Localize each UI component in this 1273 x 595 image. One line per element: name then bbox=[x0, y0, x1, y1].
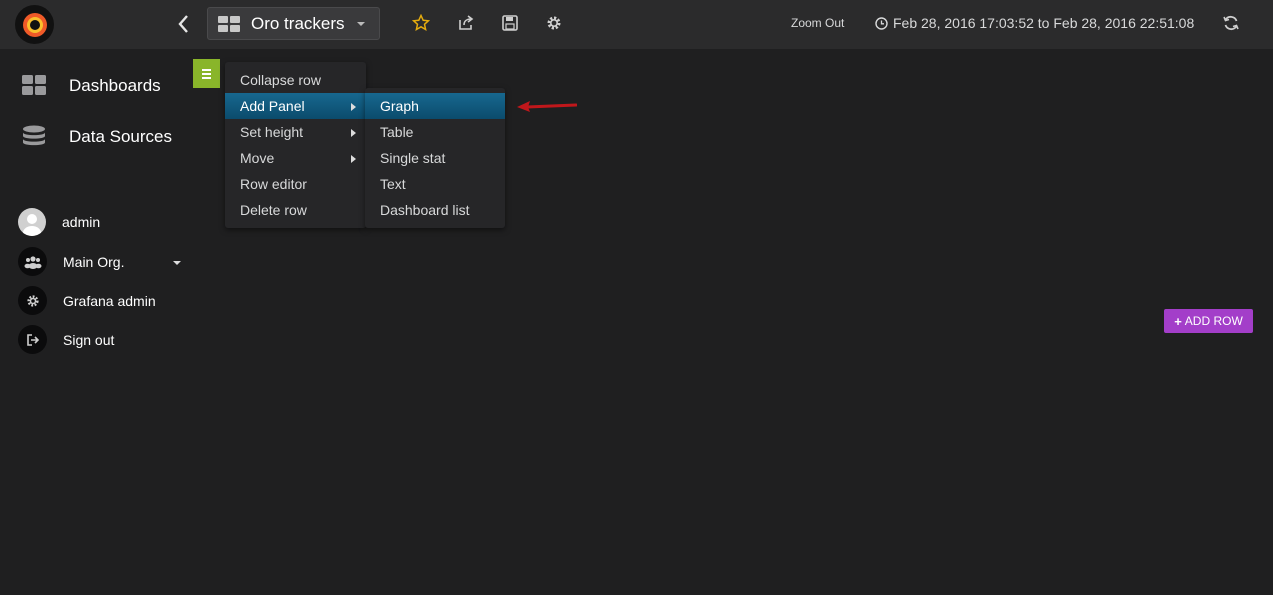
row-menu: Collapse row Add Panel Set height Move R… bbox=[225, 62, 366, 228]
refresh-icon[interactable] bbox=[1222, 14, 1240, 32]
dashboard-title: Oro trackers bbox=[251, 13, 345, 33]
avatar bbox=[18, 208, 46, 236]
add-panel-submenu: Graph Table Single stat Text Dashboard l… bbox=[365, 88, 505, 228]
dashboards-grid-icon bbox=[22, 75, 46, 95]
chevron-right-icon bbox=[351, 155, 356, 163]
chevron-right-icon bbox=[351, 103, 356, 111]
submenu-item-single-stat[interactable]: Single stat bbox=[365, 145, 505, 171]
submenu-item-table[interactable]: Table bbox=[365, 119, 505, 145]
menu-item-move[interactable]: Move bbox=[225, 145, 366, 171]
grafana-logo-icon[interactable] bbox=[15, 5, 54, 44]
sidebar-user-admin[interactable]: admin bbox=[18, 208, 100, 236]
dashboard-grid-icon bbox=[218, 15, 240, 32]
time-range-label: Feb 28, 2016 17:03:52 to Feb 28, 2016 22… bbox=[893, 15, 1195, 31]
add-row-label: ADD ROW bbox=[1184, 314, 1243, 328]
gear-icon bbox=[18, 286, 47, 315]
sidebar-org-label: Main Org. bbox=[63, 253, 125, 270]
share-icon[interactable] bbox=[457, 14, 475, 32]
sidebar-item-sign-out[interactable]: Sign out bbox=[18, 325, 114, 354]
chevron-right-icon bbox=[351, 129, 356, 137]
save-icon[interactable] bbox=[501, 14, 519, 32]
sidebar-item-label: Dashboards bbox=[69, 76, 161, 95]
sidebar-item-label: Grafana admin bbox=[63, 292, 156, 309]
menu-item-add-panel[interactable]: Add Panel bbox=[225, 93, 366, 119]
users-icon bbox=[18, 247, 47, 276]
sidebar-item-label: Data Sources bbox=[69, 127, 172, 146]
sign-out-icon bbox=[18, 325, 47, 354]
row-menu-button[interactable] bbox=[193, 59, 220, 88]
gear-icon[interactable] bbox=[545, 14, 563, 32]
sidebar-item-label: Sign out bbox=[63, 331, 115, 348]
submenu-item-dashboard-list[interactable]: Dashboard list bbox=[365, 197, 505, 223]
sidebar-item-grafana-admin[interactable]: Grafana admin bbox=[18, 286, 156, 315]
sidebar-org-switcher[interactable]: Main Org. bbox=[18, 247, 124, 276]
star-icon[interactable] bbox=[411, 13, 431, 32]
sidebar-item-dashboards[interactable]: Dashboards bbox=[22, 75, 161, 97]
time-range-picker[interactable]: Feb 28, 2016 17:03:52 to Feb 28, 2016 22… bbox=[875, 15, 1194, 31]
sidebar-user-label: admin bbox=[62, 214, 101, 230]
menu-item-delete-row[interactable]: Delete row bbox=[225, 197, 366, 223]
add-row-button[interactable]: + ADD ROW bbox=[1164, 309, 1253, 333]
zoom-out-button[interactable]: Zoom Out bbox=[791, 16, 844, 30]
menu-item-row-editor[interactable]: Row editor bbox=[225, 171, 366, 197]
submenu-item-text[interactable]: Text bbox=[365, 171, 505, 197]
menu-item-set-height[interactable]: Set height bbox=[225, 119, 366, 145]
menu-item-collapse-row[interactable]: Collapse row bbox=[225, 67, 366, 93]
dashboard-title-dropdown[interactable]: Oro trackers bbox=[207, 7, 380, 40]
back-chevron-icon[interactable] bbox=[174, 13, 194, 35]
chevron-down-icon[interactable] bbox=[173, 261, 181, 265]
annotation-arrow-icon bbox=[517, 101, 577, 112]
chevron-down-icon bbox=[357, 22, 365, 26]
sidebar-item-data-sources[interactable]: Data Sources bbox=[22, 125, 172, 149]
top-navbar: Oro trackers Zoom Out Feb 28, 2016 17:03… bbox=[0, 0, 1273, 49]
database-icon bbox=[23, 125, 45, 146]
clock-icon bbox=[875, 16, 888, 30]
plus-icon: + bbox=[1174, 313, 1182, 329]
submenu-item-graph[interactable]: Graph bbox=[365, 93, 505, 119]
